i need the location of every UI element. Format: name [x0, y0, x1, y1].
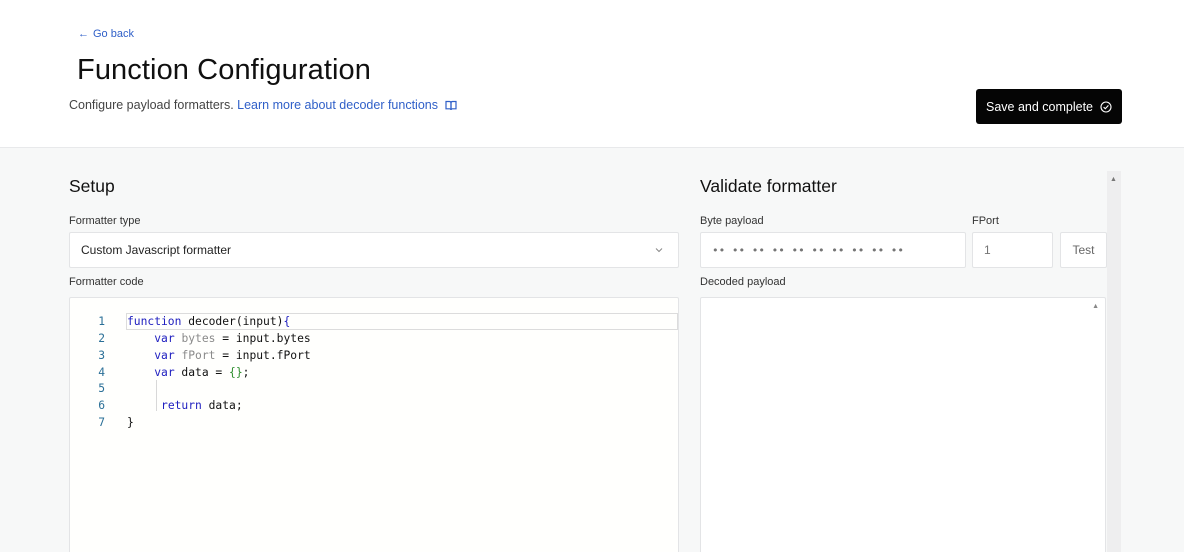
formatter-type-label: Formatter type	[69, 215, 141, 227]
chevron-down-icon	[655, 248, 663, 253]
scroll-up-arrow-icon[interactable]: ▲	[1092, 303, 1099, 310]
fport-label: FPort	[972, 215, 999, 227]
subtitle-text: Configure payload formatters.	[69, 98, 234, 112]
code-line: 7 }	[70, 414, 678, 431]
code-text: function decoder(input){	[127, 315, 291, 328]
code-text: var bytes = input.bytes	[154, 332, 311, 345]
book-open-icon	[445, 100, 458, 111]
code-line: 2 var bytes = input.bytes	[70, 330, 678, 347]
code-text: }	[127, 416, 134, 429]
code-editor[interactable]: 1 function decoder(input){ 2 var bytes =…	[69, 297, 679, 552]
page-title: Function Configuration	[77, 54, 371, 86]
code-line: 1 function decoder(input){	[70, 313, 678, 330]
learn-more-link[interactable]: Learn more about decoder functions	[237, 98, 458, 112]
learn-more-label: Learn more about decoder functions	[237, 98, 438, 112]
arrow-left-icon: ←	[78, 27, 89, 40]
byte-payload-input[interactable]	[700, 232, 966, 268]
code-text: var fPort = input.fPort	[154, 349, 311, 362]
go-back-label: Go back	[93, 28, 134, 40]
page-scrollbar[interactable]: ▲	[1107, 171, 1121, 552]
go-back-link[interactable]: ← Go back	[78, 28, 134, 40]
line-number: 5	[98, 382, 105, 395]
code-line: 3 var fPort = input.fPort	[70, 347, 678, 364]
byte-payload-label: Byte payload	[700, 215, 764, 227]
scroll-up-arrow-icon[interactable]: ▲	[1110, 176, 1117, 183]
line-number: 6	[98, 399, 105, 412]
code-line: 6 return data;	[70, 397, 678, 414]
decoded-payload-label: Decoded payload	[700, 276, 786, 288]
save-and-complete-button[interactable]: Save and complete	[976, 89, 1122, 124]
setup-title: Setup	[69, 176, 115, 196]
code-text: return data;	[161, 399, 243, 412]
line-number: 2	[98, 332, 105, 345]
line-number: 1	[98, 315, 105, 328]
line-number: 7	[98, 416, 105, 429]
check-circle-icon	[1100, 100, 1112, 113]
fport-input[interactable]	[972, 232, 1053, 268]
test-button[interactable]: Test	[1060, 232, 1107, 268]
line-number: 4	[98, 366, 105, 379]
line-number: 3	[98, 349, 105, 362]
code-line: 4 var data = {};	[70, 364, 678, 381]
page-header: ← Go back Function Configuration Configu…	[0, 0, 1184, 148]
decoded-payload-output[interactable]: ▲	[700, 297, 1106, 552]
validate-title: Validate formatter	[700, 176, 837, 196]
formatter-type-value: Custom Javascript formatter	[81, 243, 232, 257]
formatter-code-label: Formatter code	[69, 276, 144, 288]
page-subtitle: Configure payload formatters. Learn more…	[69, 98, 458, 112]
save-button-label: Save and complete	[985, 99, 1093, 114]
code-text: var data = {};	[154, 366, 250, 379]
formatter-type-select[interactable]: Custom Javascript formatter	[69, 232, 679, 268]
code-line: 5	[70, 380, 678, 397]
